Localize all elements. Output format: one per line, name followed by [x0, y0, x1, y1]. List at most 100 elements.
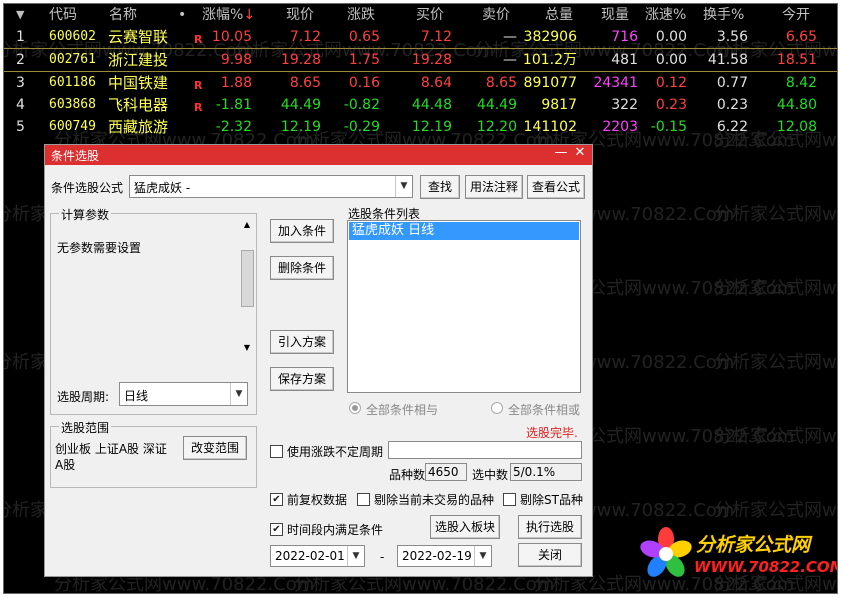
time-range-checkbox[interactable]: ✔ — [270, 523, 283, 536]
params-group: 计算参数 无参数需要设置 ▲ ▼ 选股周期: 日线 ▼ — [50, 206, 257, 415]
stock-window: 分析家公式网www.70822.Com 分析家公式网www.70822.Com 分析… — [3, 3, 838, 594]
status-text: 选股完毕. — [526, 426, 578, 440]
selected-value: 5/0.1% — [513, 465, 556, 479]
cell-idx: 5 — [16, 119, 25, 135]
cell-volume: 141102 — [523, 119, 577, 135]
cell-speed: 0.23 — [655, 97, 687, 113]
cell-price: 12.19 — [280, 119, 321, 135]
table-row[interactable]: 1 600602 云赛智联 R 10.05 7.12 0.65 7.12—382906 716 0… — [4, 26, 837, 48]
cell-cur-vol: 481 — [611, 52, 638, 68]
cell-name: 云赛智联 — [108, 28, 169, 46]
close-icon[interactable]: ✕ — [572, 145, 588, 160]
flower-logo-icon — [640, 527, 692, 577]
exclude-untraded-checkbox[interactable] — [357, 493, 370, 506]
condition-list-item[interactable]: 猛虎成妖 日线 — [349, 222, 579, 240]
cell-turnover: 6.22 — [716, 119, 748, 135]
table-row[interactable]: 5 600749 西藏旅游 -2.32 12.19 -0.29 12.19 12.20 1411… — [4, 116, 837, 138]
variable-period-checkbox[interactable] — [270, 445, 283, 458]
dialog-titlebar[interactable]: 条件选股 — ✕ — [45, 145, 592, 165]
watermark-text: 分析家公式网www.70822.Com — [714, 426, 837, 447]
close-button[interactable]: 关闭 — [518, 543, 582, 567]
table-row[interactable]: 3 601186 中国铁建 R 1.88 8.65 0.16 8.64 8.65 891077 24… — [4, 72, 837, 94]
header-volume[interactable]: 总量 — [545, 4, 573, 26]
header-open[interactable]: 今开 — [782, 4, 810, 26]
cell-turnover: 0.77 — [716, 75, 748, 91]
radio-or-label: 全部条件相或 — [508, 403, 581, 417]
header-bid[interactable]: 买价 — [416, 4, 444, 26]
condition-dialog: 条件选股 — ✕ 条件选股公式 猛虎成妖 - ▼ 查找 用法注释 查看公式 计算… — [44, 144, 593, 577]
usage-button[interactable]: 用法注释 — [465, 175, 523, 199]
pre-adjusted-checkbox[interactable]: ✔ — [270, 493, 283, 506]
cell-open: 12.08 — [776, 119, 817, 135]
logo-title: 分析家公式网 — [696, 534, 811, 556]
header-name[interactable]: 名称 — [109, 4, 137, 26]
add-condition-button[interactable]: 加入条件 — [270, 219, 334, 243]
scroll-thumb[interactable] — [241, 250, 254, 307]
period-select[interactable]: 日线 ▼ — [119, 382, 248, 406]
table-row[interactable]: 4 603868 飞科电器 R -1.81 44.49 -0.82 44.48 44.49 981… — [4, 94, 837, 116]
scroll-up-icon[interactable]: ▲ — [240, 220, 254, 229]
params-scrollbar[interactable]: ▲ ▼ — [240, 220, 254, 352]
end-date-input[interactable]: 2022-02-19 ▼ — [397, 545, 492, 567]
formula-select[interactable]: 猛虎成妖 - ▼ — [129, 175, 413, 198]
chevron-down-icon[interactable]: ▼ — [347, 546, 364, 566]
stock-count-field: 4650 — [425, 463, 467, 481]
cell-change-pct: 9.98 — [220, 52, 252, 68]
cell-name: 中国铁建 — [108, 74, 169, 92]
header-price[interactable]: 现价 — [286, 4, 314, 26]
cell-volume: 891077 — [523, 75, 577, 91]
selected-label: 选中数 — [472, 468, 509, 482]
range-group-title: 选股范围 — [59, 419, 112, 436]
radio-or[interactable] — [491, 402, 503, 414]
stock-count-label: 品种数 — [389, 468, 426, 482]
range-group: 选股范围 创业板 上证A股 深证A股 改变范围 — [50, 419, 257, 488]
header-menu-icon[interactable]: ▼ — [16, 4, 24, 26]
header-code[interactable]: 代码 — [49, 4, 77, 26]
execute-button[interactable]: 执行选股 — [518, 515, 582, 539]
header-change[interactable]: 涨跌 — [347, 4, 375, 26]
cell-volume: 382906 — [523, 29, 577, 45]
header-change-pct[interactable]: 涨幅%↓ — [202, 4, 255, 26]
import-plan-button[interactable]: 引入方案 — [270, 330, 334, 354]
minimize-icon[interactable]: — — [553, 145, 569, 160]
to-board-button[interactable]: 选股入板块 — [430, 515, 500, 539]
cell-price: 19.28 — [280, 52, 321, 68]
formula-value: 猛虎成妖 - — [134, 181, 191, 195]
stock-table: ▼ 代码 名称 • 涨幅%↓ 现价 涨跌 买价 卖价 总量 现量 涨速% 换手%… — [4, 4, 837, 138]
header-cur-vol[interactable]: 现量 — [601, 4, 629, 26]
cell-ask: 44.49 — [476, 97, 517, 113]
header-ask[interactable]: 卖价 — [482, 4, 510, 26]
start-date-input[interactable]: 2022-02-01 ▼ — [270, 545, 365, 567]
view-formula-button[interactable]: 查看公式 — [527, 175, 585, 199]
cell-change-pct: -2.32 — [215, 119, 252, 135]
cell-name: 飞科电器 — [108, 96, 169, 114]
condition-list[interactable]: 猛虎成妖 日线 — [347, 220, 581, 393]
cell-code: 600602 — [49, 29, 96, 44]
radio-and[interactable] — [349, 402, 361, 414]
exclude-st-checkbox[interactable] — [503, 493, 516, 506]
change-range-button[interactable]: 改变范围 — [183, 436, 247, 460]
cell-speed: -0.15 — [650, 119, 687, 135]
cell-bid: 44.48 — [411, 97, 452, 113]
pre-adjusted-label: 前复权数据 — [287, 493, 348, 507]
save-plan-button[interactable]: 保存方案 — [270, 367, 334, 391]
cell-cur-vol: 716 — [611, 29, 638, 45]
cell-turnover: 41.58 — [707, 52, 748, 68]
cell-name: 西藏旅游 — [108, 118, 169, 136]
cell-price: 44.49 — [280, 97, 321, 113]
params-text: 无参数需要设置 — [57, 241, 142, 255]
cell-change: 0.16 — [348, 75, 380, 91]
find-button[interactable]: 查找 — [420, 175, 460, 199]
scroll-down-icon[interactable]: ▼ — [240, 343, 254, 352]
cell-cur-vol: 322 — [611, 97, 638, 113]
cell-change: 1.75 — [348, 52, 380, 68]
variable-period-input[interactable] — [388, 441, 582, 459]
header-speed[interactable]: 涨速% — [645, 4, 686, 26]
header-turnover[interactable]: 换手% — [703, 4, 744, 26]
logo-url: WWW.70822.COM — [694, 558, 838, 576]
delete-condition-button[interactable]: 删除条件 — [270, 256, 334, 280]
chevron-down-icon[interactable]: ▼ — [474, 546, 491, 566]
cell-ask: 12.20 — [476, 119, 517, 135]
table-row[interactable]: 2 002761 浙江建投 9.98 19.28 1.75 19.28 — 101.2万 481 0… — [4, 48, 837, 72]
cell-change-pct: -1.81 — [215, 97, 252, 113]
